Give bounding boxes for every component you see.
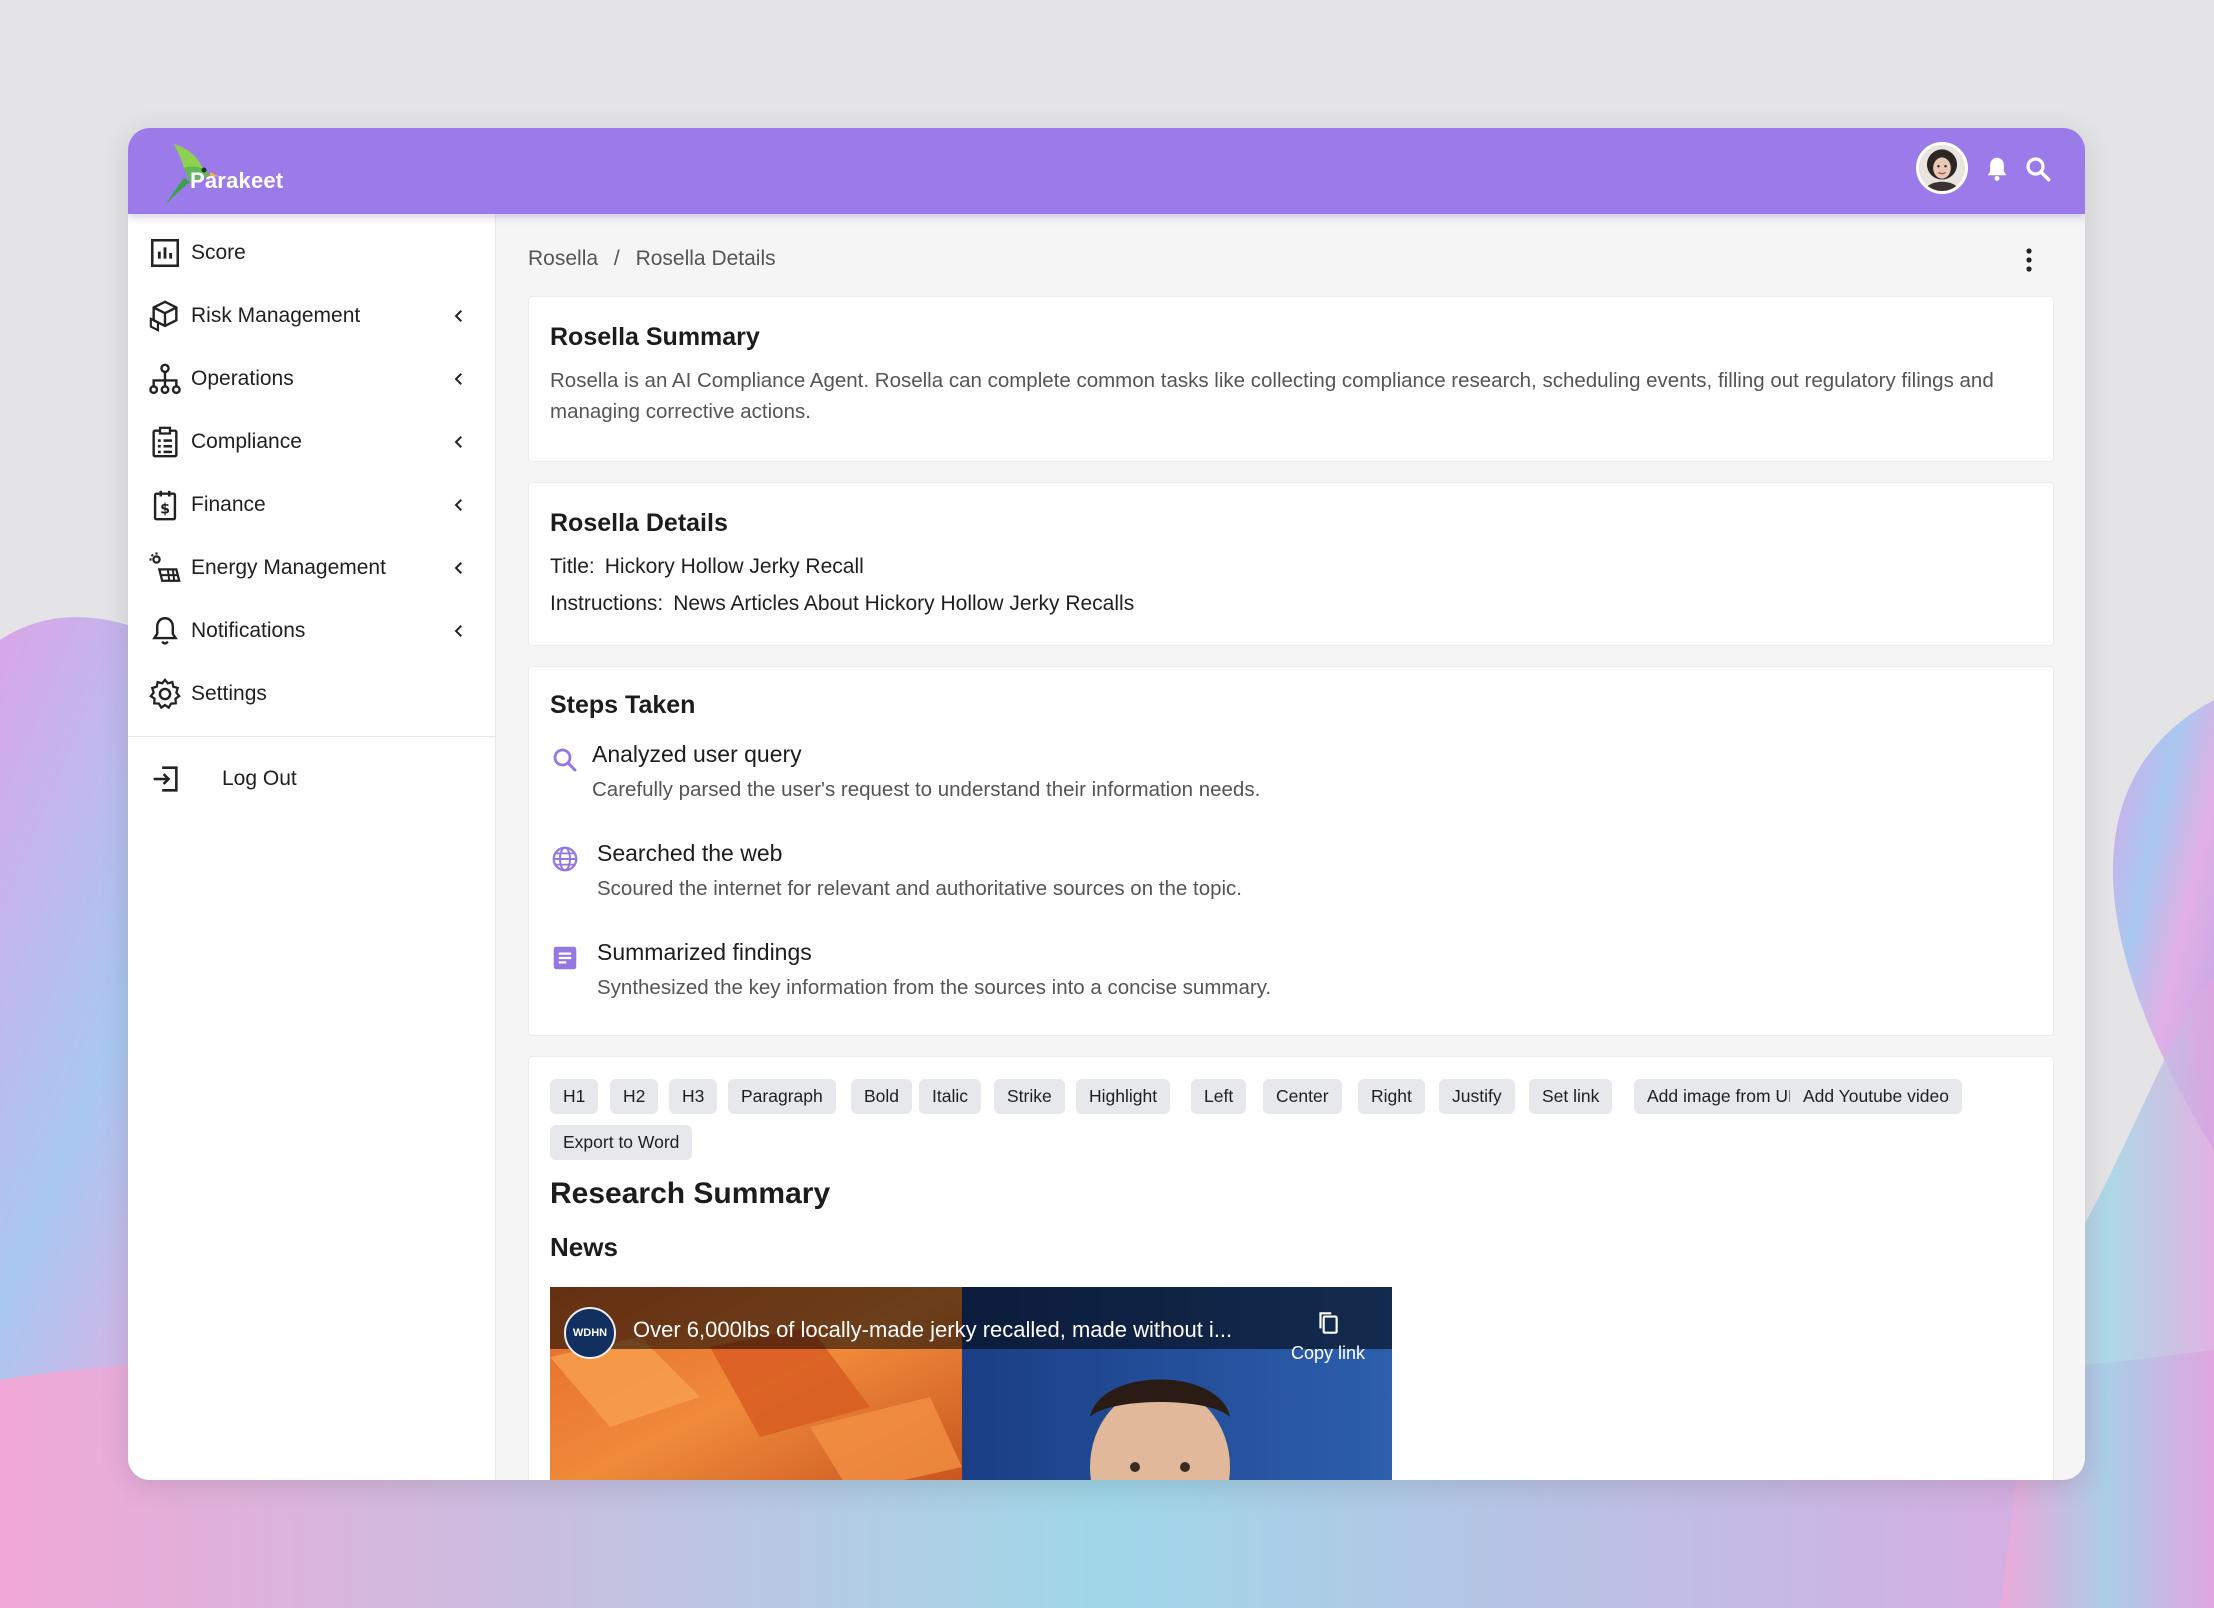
logout-button[interactable]: Log Out bbox=[128, 748, 496, 810]
toolbar-h2-button[interactable]: H2 bbox=[610, 1079, 659, 1114]
logout-icon bbox=[153, 766, 178, 792]
sidebar-item-label: Compliance bbox=[191, 430, 302, 453]
sidebar-item-score[interactable]: Score bbox=[128, 222, 496, 284]
channel-logo[interactable]: WDHN bbox=[564, 1307, 616, 1359]
step-title: Summarized findings bbox=[597, 939, 812, 965]
detail-title-value: Hickory Hollow Jerky Recall bbox=[604, 555, 864, 578]
toolbar-bold-button[interactable]: Bold bbox=[851, 1079, 913, 1114]
chevron-left-icon bbox=[454, 625, 462, 637]
search-icon bbox=[553, 748, 577, 772]
app-window: Parakeet Score Risk Management Operation… bbox=[128, 128, 2085, 1480]
summary-title: Rosella Summary bbox=[550, 323, 760, 351]
copy-link-button[interactable]: Copy link bbox=[1283, 1305, 1373, 1375]
breadcrumb-separator: / bbox=[613, 247, 620, 270]
step-description: Scoured the internet for relevant and au… bbox=[597, 877, 1242, 900]
bar-chart-icon bbox=[150, 238, 180, 268]
detail-instructions-value: News Articles About Hickory Hollow Jerky… bbox=[673, 592, 1135, 615]
breadcrumb-current: Rosella Details bbox=[635, 247, 776, 270]
toolbar-italic-button[interactable]: Italic bbox=[919, 1079, 981, 1114]
main-content: Rosella / Rosella Details Rosella Summar… bbox=[497, 214, 2085, 1480]
toolbar-h3-button[interactable]: H3 bbox=[669, 1079, 718, 1114]
summary-card: Rosella Summary Rosella is an AI Complia… bbox=[528, 296, 2054, 462]
breadcrumb: Rosella / Rosella Details bbox=[528, 247, 786, 271]
gear-icon bbox=[149, 678, 181, 710]
breadcrumb-root[interactable]: Rosella bbox=[528, 247, 598, 270]
chevron-left-icon bbox=[454, 499, 462, 511]
steps-card: Steps Taken Analyzed user query Carefull… bbox=[528, 666, 2054, 1036]
clipboard-list-icon bbox=[152, 426, 178, 458]
step-title: Analyzed user query bbox=[592, 741, 802, 767]
youtube-video-embed[interactable]: WDHN Over 6,000lbs of locally-made jerky… bbox=[550, 1287, 1392, 1480]
sidebar-item-compliance[interactable]: Compliance bbox=[128, 411, 496, 473]
document-icon bbox=[553, 946, 577, 970]
detail-instructions-key: Instructions: bbox=[550, 592, 664, 615]
toolbar-justify-button[interactable]: Justify bbox=[1439, 1079, 1515, 1114]
sidebar: Score Risk Management Operations Complia… bbox=[128, 214, 496, 1480]
step-description: Carefully parsed the user's request to u… bbox=[592, 778, 1261, 801]
document-heading[interactable]: Research Summary bbox=[550, 1177, 830, 1211]
document-subheading[interactable]: News bbox=[550, 1232, 618, 1263]
steps-title: Steps Taken bbox=[550, 691, 696, 719]
avatar-portrait-icon bbox=[1919, 145, 1965, 191]
globe-icon bbox=[552, 846, 578, 872]
app-name: Parakeet bbox=[190, 168, 284, 193]
chevron-left-icon bbox=[454, 373, 462, 385]
step-title: Searched the web bbox=[597, 840, 783, 866]
copy-link-label: Copy link bbox=[1290, 1343, 1366, 1363]
logout-label: Log Out bbox=[222, 767, 297, 790]
sidebar-item-risk-management[interactable]: Risk Management bbox=[128, 285, 496, 347]
cubes-icon bbox=[149, 300, 178, 332]
sidebar-item-label: Risk Management bbox=[191, 304, 361, 327]
hierarchy-icon bbox=[149, 363, 181, 395]
search-icon[interactable] bbox=[2023, 154, 2053, 184]
toolbar-paragraph-button[interactable]: Paragraph bbox=[728, 1079, 836, 1114]
chevron-left-icon bbox=[454, 310, 462, 322]
more-options-icon[interactable] bbox=[2021, 246, 2037, 274]
toolbar-strike-button[interactable]: Strike bbox=[994, 1079, 1065, 1114]
detail-instructions-row: Instructions: News Articles About Hickory… bbox=[550, 592, 1134, 616]
sidebar-divider bbox=[128, 736, 496, 737]
copy-icon bbox=[1319, 1312, 1338, 1334]
toolbar-highlight-button[interactable]: Highlight bbox=[1076, 1079, 1171, 1114]
summary-text: Rosella is an AI Compliance Agent. Rosel… bbox=[550, 369, 1994, 423]
toolbar-add-youtube-button[interactable]: Add Youtube video bbox=[1790, 1079, 1962, 1114]
detail-title-key: Title: bbox=[550, 555, 595, 578]
sidebar-item-label: Notifications bbox=[191, 619, 306, 642]
top-bar: Parakeet bbox=[128, 128, 2085, 214]
bell-icon bbox=[152, 617, 178, 645]
sidebar-item-label: Finance bbox=[191, 493, 266, 516]
toolbar-left-button[interactable]: Left bbox=[1191, 1079, 1247, 1114]
sidebar-item-notifications[interactable]: Notifications bbox=[128, 600, 496, 662]
toolbar-set-link-button[interactable]: Set link bbox=[1529, 1079, 1613, 1114]
details-title: Rosella Details bbox=[550, 509, 728, 537]
step-description: Synthesized the key information from the… bbox=[597, 976, 1272, 999]
chevron-left-icon bbox=[454, 436, 462, 448]
sidebar-item-energy-management[interactable]: Energy Management bbox=[128, 537, 496, 599]
toolbar-right-button[interactable]: Right bbox=[1358, 1079, 1425, 1114]
sidebar-item-label: Settings bbox=[191, 682, 267, 705]
video-thumbnail-image bbox=[550, 1287, 1392, 1480]
details-card: Rosella Details Title: Hickory Hollow Jer… bbox=[528, 482, 2054, 646]
user-avatar[interactable] bbox=[1916, 142, 1968, 194]
video-title[interactable]: Over 6,000lbs of locally-made jerky reca… bbox=[633, 1317, 1283, 1343]
sidebar-item-finance[interactable]: $ Finance bbox=[128, 474, 496, 536]
toolbar-export-word-button[interactable]: Export to Word bbox=[550, 1125, 693, 1160]
solar-panel-icon bbox=[149, 552, 181, 582]
sidebar-item-label: Energy Management bbox=[191, 556, 386, 579]
sidebar-item-label: Operations bbox=[191, 367, 294, 390]
toolbar-h1-button[interactable]: H1 bbox=[550, 1079, 599, 1114]
bell-icon[interactable] bbox=[1982, 154, 2012, 184]
svg-text:$: $ bbox=[160, 502, 170, 518]
dollar-calendar-icon: $ bbox=[153, 490, 177, 521]
chevron-left-icon bbox=[454, 562, 462, 574]
sidebar-item-settings[interactable]: Settings bbox=[128, 663, 496, 725]
editor-card: H1 H2 H3 Paragraph Bold Italic Strike Hi… bbox=[528, 1056, 2054, 1480]
sidebar-item-operations[interactable]: Operations bbox=[128, 348, 496, 410]
detail-title-row: Title: Hickory Hollow Jerky Recall bbox=[550, 555, 864, 579]
toolbar-center-button[interactable]: Center bbox=[1263, 1079, 1342, 1114]
sidebar-item-label: Score bbox=[191, 241, 246, 264]
